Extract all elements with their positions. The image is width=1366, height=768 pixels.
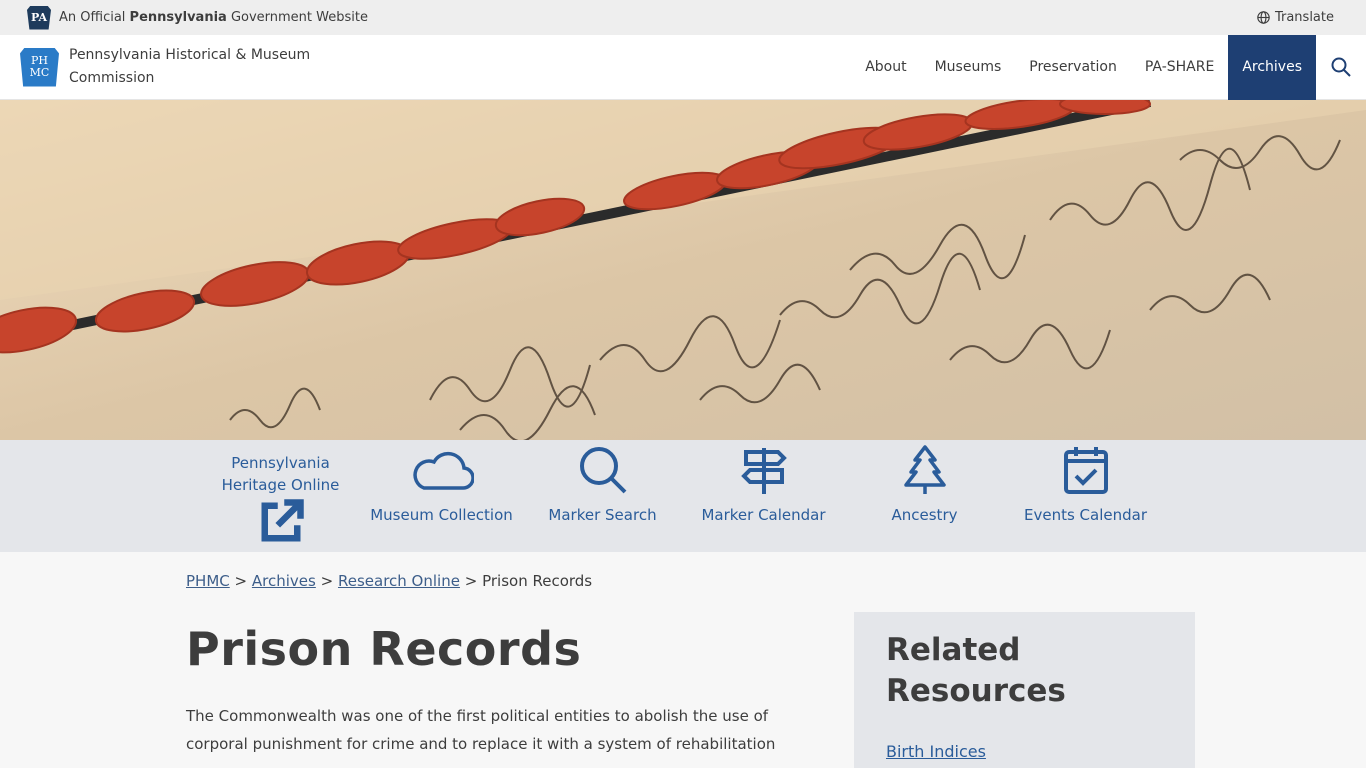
official-government-bar: PA An Official Pennsylvania Government W…: [0, 0, 1366, 35]
quick-link-marker-calendar[interactable]: Marker Calendar: [683, 444, 844, 552]
related-resources-panel: Related Resources Birth Indices: [854, 612, 1195, 768]
nav-museums[interactable]: Museums: [921, 35, 1016, 100]
nav-about[interactable]: About: [851, 35, 920, 100]
quick-link-label: Ancestry: [891, 506, 958, 524]
translate-label: Translate: [1274, 10, 1334, 25]
quick-link-label: Marker Search: [548, 506, 657, 524]
tree-icon: [903, 445, 946, 494]
breadcrumb-current: Prison Records: [482, 572, 593, 590]
search-icon: [1331, 57, 1351, 77]
quick-link-marker-search[interactable]: Marker Search: [522, 444, 683, 552]
cloud-icon: [412, 451, 474, 490]
nav-preservation[interactable]: Preservation: [1015, 35, 1131, 100]
nav-pa-share[interactable]: PA-SHARE: [1131, 35, 1228, 100]
official-text: An Official Pennsylvania Government Webs…: [59, 10, 368, 25]
breadcrumb-separator: >: [234, 572, 248, 590]
external-link-icon: [261, 499, 304, 542]
translate-button[interactable]: Translate: [1257, 10, 1334, 25]
breadcrumb-phmc[interactable]: PHMC: [186, 572, 230, 590]
quick-link-ancestry[interactable]: Ancestry: [844, 444, 1005, 552]
intro-paragraph: The Commonwealth was one of the first po…: [186, 707, 776, 753]
quick-link-label: Museum Collection: [370, 506, 513, 524]
wax-seal-document-illustration: [0, 100, 1366, 440]
breadcrumb-separator: >: [464, 572, 478, 590]
phmc-logo: PH MC: [20, 47, 59, 87]
related-link-birth-indices[interactable]: Birth Indices: [886, 742, 1163, 761]
breadcrumb-archives[interactable]: Archives: [252, 572, 316, 590]
official-website-notice: PA An Official Pennsylvania Government W…: [27, 5, 368, 30]
site-brand-link[interactable]: PH MC Pennsylvania Historical & Museum Co…: [0, 44, 319, 90]
quick-link-label: Pennsylvania Heritage Online: [200, 452, 361, 556]
site-name: Pennsylvania Historical & Museum Commiss…: [69, 47, 311, 86]
search-icon: [579, 447, 626, 494]
quick-link-label: Marker Calendar: [701, 506, 826, 524]
main-navigation: About Museums Preservation PA-SHARE Arch…: [851, 34, 1366, 100]
quick-link-label: Events Calendar: [1023, 506, 1147, 524]
signpost-icon: [740, 448, 787, 494]
quick-link-museum-collection[interactable]: Museum Collection: [361, 444, 522, 552]
breadcrumb-research-online[interactable]: Research Online: [338, 572, 460, 590]
nav-archives[interactable]: Archives: [1228, 34, 1316, 100]
page-title: Prison Records: [186, 622, 582, 676]
breadcrumb-separator: >: [320, 572, 334, 590]
quick-link-events-calendar[interactable]: Events Calendar: [1005, 444, 1166, 552]
related-resources-heading: Related Resources: [886, 632, 1066, 709]
site-header: PH MC Pennsylvania Historical & Museum Co…: [0, 34, 1366, 100]
quick-link-pennsylvania-heritage-online[interactable]: Pennsylvania Heritage Online: [200, 444, 361, 552]
quick-links-bar: Pennsylvania Heritage Online Museum Coll…: [0, 440, 1366, 552]
site-search-button[interactable]: [1316, 35, 1366, 100]
pa-keystone-icon: PA: [27, 5, 51, 30]
breadcrumb: PHMC > Archives > Research Online > Pris…: [186, 572, 592, 590]
globe-icon: [1257, 11, 1270, 24]
state-name: Pennsylvania: [129, 10, 227, 25]
hero-image: [0, 100, 1366, 440]
calendar-check-icon: [1063, 447, 1108, 494]
